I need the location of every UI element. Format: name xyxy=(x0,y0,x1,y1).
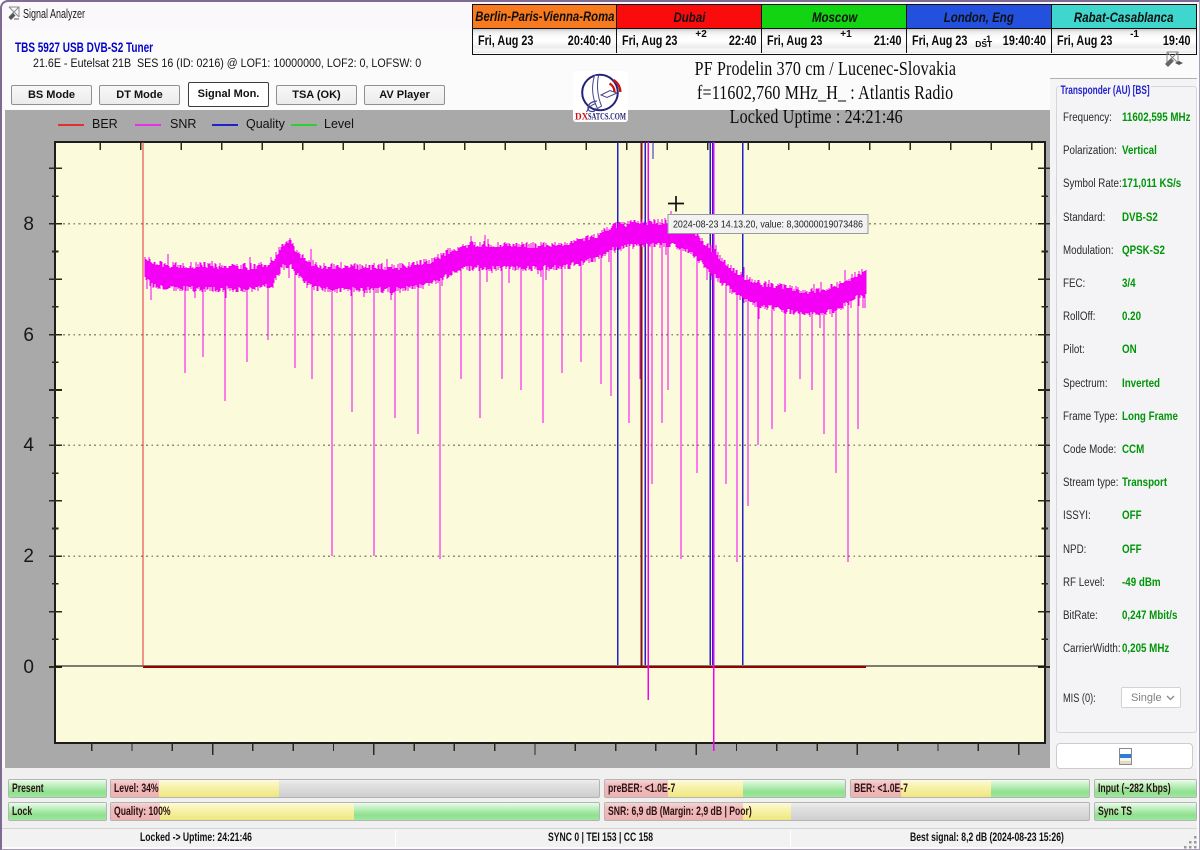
svg-text:DX: DX xyxy=(575,112,589,122)
svg-text:6: 6 xyxy=(23,325,34,346)
svg-text:2: 2 xyxy=(23,546,34,567)
svg-text:2024-08-23 14.13.20, value: 8,: 2024-08-23 14.13.20, value: 8,3000001907… xyxy=(673,220,863,231)
svg-text:0: 0 xyxy=(23,657,34,678)
svg-text:4: 4 xyxy=(23,435,34,456)
svg-text:8: 8 xyxy=(23,214,34,235)
svg-text:SATCS.COM: SATCS.COM xyxy=(588,112,626,122)
